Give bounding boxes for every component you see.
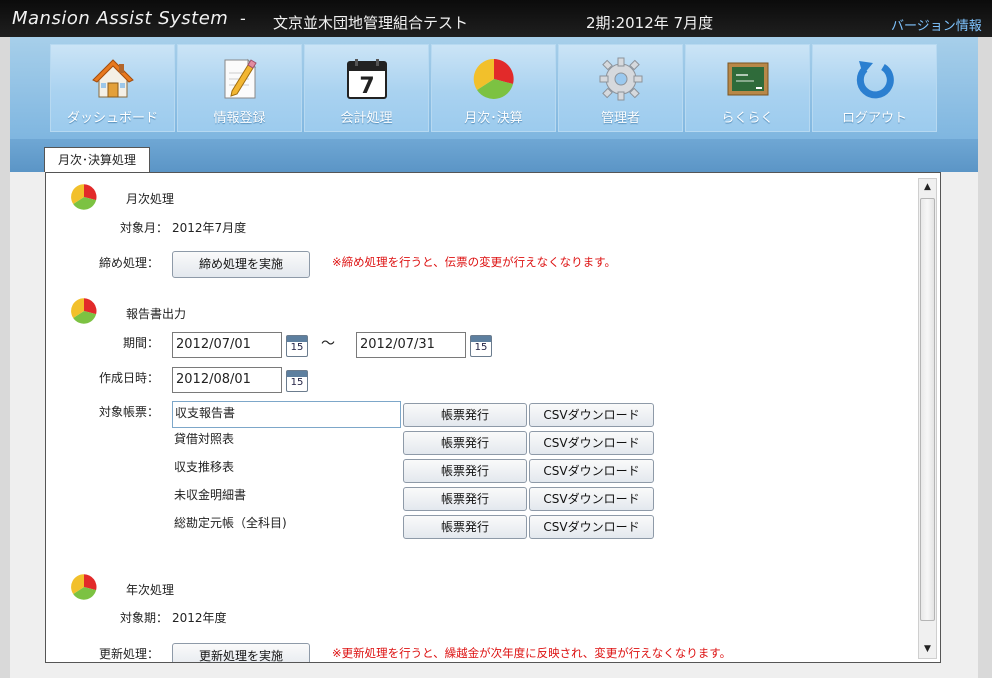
nav-monthly-closing-button[interactable]: 月次･決算 [431,44,556,132]
nav-accounting-button[interactable]: 7 会計処理 [304,44,429,132]
section-title-annual: 年次処理 [126,583,175,597]
target-month-label: 対象月： [119,221,168,235]
pie-chart-icon [71,298,97,324]
section-title-report: 報告書出力 [126,307,187,321]
date-to-input[interactable]: 2012/07/31 [356,332,466,358]
period-label: 期間： [122,336,159,350]
csv-download-button[interactable]: CSVダウンロード [529,487,654,511]
pencil-document-icon [224,58,257,99]
nav-logout-button[interactable]: ログアウト [812,44,937,132]
form-list-item[interactable]: 未収金明細書 [172,485,401,512]
scrollbar-thumb[interactable] [920,198,935,621]
pie-chart-icon [71,184,97,210]
csv-download-button[interactable]: CSVダウンロード [529,515,654,539]
main-navigation: ダッシュボード 情報登録 7 会計処理 月次･決算 管理者 らくらく ログアウト [10,37,978,139]
csv-download-button[interactable]: CSVダウンロード [529,459,654,483]
date-from-input[interactable]: 2012/07/01 [172,332,282,358]
scroll-up-arrow-icon[interactable]: ▲ [919,179,936,196]
execute-update-button[interactable]: 更新処理を実施 [172,643,310,662]
form-list-item[interactable]: 総勘定元帳（全科目) [172,513,401,540]
pie-chart-icon [473,58,514,99]
nav-info-registration-button[interactable]: 情報登録 [177,44,302,132]
nav-admin-button[interactable]: 管理者 [558,44,683,132]
calendar-to-icon[interactable]: 15 [470,335,492,357]
csv-download-button[interactable]: CSVダウンロード [529,403,654,427]
nav-label: ログアウト [841,111,907,126]
union-name: 文京並木団地管理組合テスト [273,14,469,32]
pie-chart-icon [71,574,97,600]
version-info-link[interactable]: バージョン情報 [891,15,982,34]
target-period-value: 2012年度 [172,611,227,625]
title-bar: Mansion Assist System - 文京並木団地管理組合テスト 2期… [0,0,992,37]
issue-form-button[interactable]: 帳票発行 [403,431,527,455]
form-list: 収支報告書 貸借対照表 収支推移表 未収金明細書 総勘定元帳（全科目) [172,401,402,541]
issue-form-button[interactable]: 帳票発行 [403,487,527,511]
csv-download-button[interactable]: CSVダウンロード [529,431,654,455]
app-name: Mansion Assist System [12,8,229,29]
form-list-item-selected[interactable]: 収支報告書 [172,401,401,428]
form-list-item[interactable]: 収支推移表 [172,457,401,484]
scroll-down-arrow-icon[interactable]: ▼ [919,641,936,658]
section-title-monthly: 月次処理 [126,192,175,206]
gear-icon [599,57,642,101]
created-date-input[interactable]: 2012/08/01 [172,367,282,393]
range-separator: ～ [321,336,335,352]
target-month-value: 2012年7月度 [172,221,247,235]
issue-form-button[interactable]: 帳票発行 [403,515,527,539]
vertical-scrollbar[interactable]: ▲ ▼ [918,178,937,659]
nav-label: 会計処理 [340,111,393,126]
chalkboard-icon [727,62,768,96]
calendar-icon: 7 [346,59,387,99]
target-period-label: 対象期： [119,611,168,625]
update-process-label: 更新処理： [98,647,159,661]
nav-easy-mode-button[interactable]: らくらく [685,44,810,132]
nav-label: らくらく [721,111,774,126]
nav-label: 情報登録 [213,111,266,126]
window-left-border [0,0,10,678]
svg-text:7: 7 [359,74,374,99]
close-process-label: 締め処理： [98,256,159,270]
tab-monthly-closing[interactable]: 月次･決算処理 [44,147,150,172]
created-date-label: 作成日時： [98,371,159,385]
nav-dashboard-button[interactable]: ダッシュボード [50,44,175,132]
update-warning: ※更新処理を行うと、繰越金が次年度に反映され、変更が行えなくなります。 [332,646,732,660]
title-separator: - [240,9,246,28]
window-right-border [978,0,992,678]
period-indicator: 2期:2012年 7月度 [586,14,714,32]
issue-form-button[interactable]: 帳票発行 [403,403,527,427]
nav-label: ダッシュボード [66,111,158,126]
close-warning: ※締め処理を行うと、伝票の変更が行えなくなります。 [332,255,617,269]
form-list-item[interactable]: 貸借対照表 [172,429,401,456]
calendar-created-icon[interactable]: 15 [286,370,308,392]
tab-bar [10,139,978,172]
logout-arrow-icon [856,61,894,99]
nav-label: 管理者 [600,111,640,126]
house-icon [91,59,134,98]
target-forms-label: 対象帳票： [98,405,159,419]
main-panel: 月次処理 対象月： 2012年7月度 締め処理： 締め処理を実施 ※締め処理を行… [45,172,941,663]
execute-close-button[interactable]: 締め処理を実施 [172,251,310,278]
issue-form-button[interactable]: 帳票発行 [403,459,527,483]
nav-label: 月次･決算 [464,111,523,126]
calendar-from-icon[interactable]: 15 [286,335,308,357]
